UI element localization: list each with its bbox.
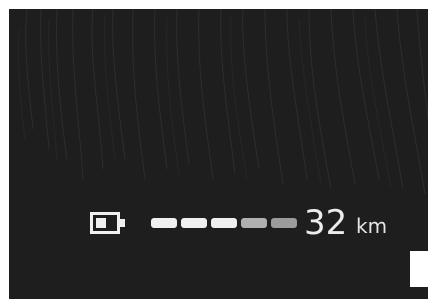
range-segment-filled [211, 218, 237, 228]
reference-code-badge [410, 251, 428, 287]
range-segment-dim [271, 218, 297, 228]
range-value: 32 [304, 203, 348, 243]
reference-code [412, 252, 426, 286]
instrument-display: 32 km [9, 9, 428, 299]
range-unit: km [356, 214, 388, 238]
background-texture [17, 9, 428, 195]
range-bar [151, 218, 297, 228]
battery-icon [90, 212, 125, 234]
range-segment-filled [151, 218, 177, 228]
range-segment-filled [181, 218, 207, 228]
range-indicator: 32 km [90, 203, 410, 246]
range-segment-dim [241, 218, 267, 228]
